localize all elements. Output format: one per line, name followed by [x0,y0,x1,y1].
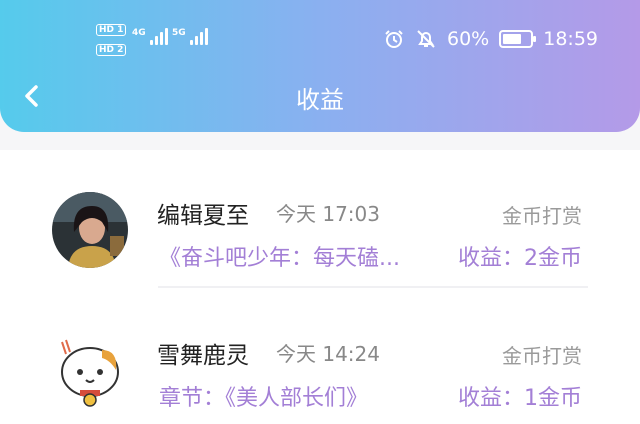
divider [158,286,588,288]
battery-icon [499,30,537,48]
alarm-icon [385,30,403,48]
sim2-badge: HD 2 [96,44,127,56]
user-name: 雪舞鹿灵 [157,343,249,369]
user-name: 编辑夏至 [157,203,249,229]
earning-amount: 收益：2金币 [458,246,582,271]
battery-percent: 60% [447,28,490,50]
signal-icon: 5G [172,28,208,45]
signal-icon: 4G [132,28,168,45]
reward-type: 金币打赏 [502,204,582,228]
header-bar: HD 1 HD 2 4G 5G 60% 18:59 收益 [0,0,640,132]
avatar [52,192,128,268]
earning-amount: 收益：1金币 [458,386,582,411]
status-bar: HD 1 HD 2 4G 5G 60% 18:59 [0,18,640,58]
mute-icon [417,30,435,48]
avatar [52,332,128,408]
book-title: 《奋斗吧少年：每天磕... [159,246,400,271]
chapter-title: 章节：《美人部长们》 [159,386,369,411]
timestamp: 今天 14:24 [276,342,380,366]
timestamp: 今天 17:03 [276,202,380,226]
sim1-badge: HD 1 [96,24,127,36]
list-item[interactable]: 雪舞鹿灵 今天 14:24 金币打赏 章节：《美人部长们》 收益：1金币 [0,312,640,424]
clock: 18:59 [543,28,598,50]
list-item[interactable]: 编辑夏至 今天 17:03 金币打赏 《奋斗吧少年：每天磕... 收益：2金币 [0,172,640,292]
reward-type: 金币打赏 [502,344,582,368]
page-title: 收益 [296,86,344,114]
